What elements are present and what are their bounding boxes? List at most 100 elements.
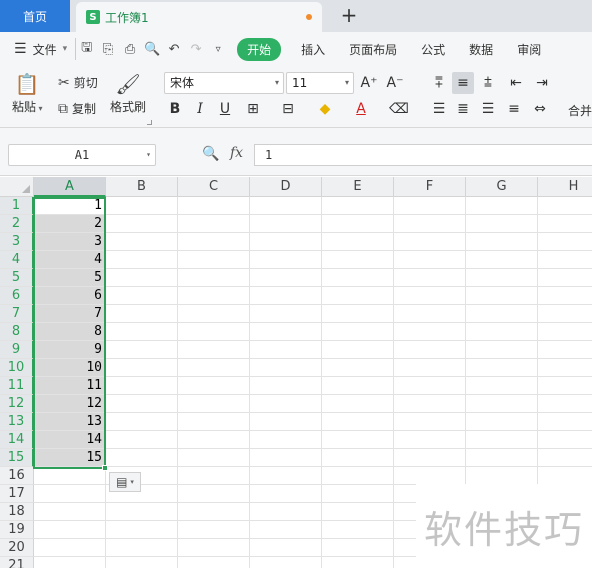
cell-e11[interactable] — [322, 377, 394, 395]
cell-a14[interactable]: 14 — [34, 431, 106, 449]
column-header-h[interactable]: H — [538, 177, 592, 197]
cell-b19[interactable] — [106, 521, 178, 539]
row-header-6[interactable]: 6 — [0, 287, 34, 305]
merge-style-icon[interactable]: ⊟ — [277, 98, 299, 120]
cell-h6[interactable] — [538, 287, 592, 305]
print-preview-icon[interactable]: 🔍 — [141, 38, 163, 60]
align-right-icon[interactable]: ☰ — [477, 98, 499, 120]
cell-e2[interactable] — [322, 215, 394, 233]
workbook-tab[interactable]: S 工作簿1 — [76, 2, 322, 32]
cell-e20[interactable] — [322, 539, 394, 557]
cell-h1[interactable] — [538, 197, 592, 215]
cell-e4[interactable] — [322, 251, 394, 269]
increase-indent-icon[interactable]: ⇥ — [531, 72, 553, 94]
cell-e1[interactable] — [322, 197, 394, 215]
column-header-d[interactable]: D — [250, 177, 322, 197]
save-icon[interactable]: 🖫 — [75, 38, 97, 60]
cell-b18[interactable] — [106, 503, 178, 521]
cell-e5[interactable] — [322, 269, 394, 287]
cell-h13[interactable] — [538, 413, 592, 431]
cell-a21[interactable] — [34, 557, 106, 568]
increase-font-icon[interactable]: A⁺ — [358, 72, 380, 94]
zoom-formula-icon[interactable]: 🔍 — [202, 146, 219, 162]
row-header-2[interactable]: 2 — [0, 215, 34, 233]
cell-f15[interactable] — [394, 449, 466, 467]
cell-a12[interactable]: 12 — [34, 395, 106, 413]
cell-d19[interactable] — [250, 521, 322, 539]
justify-icon[interactable]: ≡ — [503, 98, 525, 120]
formula-input[interactable]: 1 — [254, 144, 592, 166]
row-header-9[interactable]: 9 — [0, 341, 34, 359]
cell-d3[interactable] — [250, 233, 322, 251]
cell-c20[interactable] — [178, 539, 250, 557]
cell-a4[interactable]: 4 — [34, 251, 106, 269]
cell-h7[interactable] — [538, 305, 592, 323]
row-header-11[interactable]: 11 — [0, 377, 34, 395]
cell-b21[interactable] — [106, 557, 178, 568]
row-header-17[interactable]: 17 — [0, 485, 34, 503]
cell-d17[interactable] — [250, 485, 322, 503]
cell-d10[interactable] — [250, 359, 322, 377]
cell-c14[interactable] — [178, 431, 250, 449]
row-header-5[interactable]: 5 — [0, 269, 34, 287]
clipboard-group-launcher[interactable] — [147, 120, 152, 125]
new-tab-button[interactable]: + — [338, 4, 360, 26]
cell-c8[interactable] — [178, 323, 250, 341]
customize-toolbar-icon[interactable]: ▿ — [207, 38, 229, 60]
cell-f6[interactable] — [394, 287, 466, 305]
format-painter-button[interactable]: 🖌 格式刷 — [110, 72, 146, 115]
copy-button[interactable]: ⧉ 复制 — [58, 100, 96, 117]
cell-b15[interactable] — [106, 449, 178, 467]
cell-b14[interactable] — [106, 431, 178, 449]
cell-h10[interactable] — [538, 359, 592, 377]
merge-center-button[interactable]: 合并 — [568, 102, 592, 119]
cell-e6[interactable] — [322, 287, 394, 305]
row-header-3[interactable]: 3 — [0, 233, 34, 251]
select-all-corner[interactable] — [0, 177, 34, 197]
cell-f14[interactable] — [394, 431, 466, 449]
row-header-4[interactable]: 4 — [0, 251, 34, 269]
cell-d12[interactable] — [250, 395, 322, 413]
cell-c7[interactable] — [178, 305, 250, 323]
cell-g6[interactable] — [466, 287, 538, 305]
cell-h3[interactable] — [538, 233, 592, 251]
cell-c4[interactable] — [178, 251, 250, 269]
cell-a13[interactable]: 13 — [34, 413, 106, 431]
cell-c5[interactable] — [178, 269, 250, 287]
cell-f9[interactable] — [394, 341, 466, 359]
column-header-c[interactable]: C — [178, 177, 250, 197]
row-header-21[interactable]: 21 — [0, 557, 34, 568]
cell-g9[interactable] — [466, 341, 538, 359]
cell-e16[interactable] — [322, 467, 394, 485]
align-bottom-icon[interactable]: ⩲ — [477, 72, 499, 94]
font-name-select[interactable]: 宋体 ▾ — [164, 72, 284, 94]
row-header-15[interactable]: 15 — [0, 449, 34, 467]
paste-button[interactable]: 📋 粘贴 ▾ — [12, 72, 43, 115]
paste-options-button[interactable]: ▤ ▾ — [109, 472, 141, 492]
name-box[interactable]: A1 ▾ — [8, 144, 156, 166]
row-header-13[interactable]: 13 — [0, 413, 34, 431]
align-top-icon[interactable]: ⩱ — [428, 72, 450, 94]
cell-g13[interactable] — [466, 413, 538, 431]
cell-g10[interactable] — [466, 359, 538, 377]
cell-d1[interactable] — [250, 197, 322, 215]
cell-g1[interactable] — [466, 197, 538, 215]
cell-b7[interactable] — [106, 305, 178, 323]
cell-e18[interactable] — [322, 503, 394, 521]
cell-e3[interactable] — [322, 233, 394, 251]
file-menu[interactable]: ☰ 文件 ▾ — [14, 41, 67, 58]
row-header-16[interactable]: 16 — [0, 467, 34, 485]
column-header-a[interactable]: A — [34, 177, 106, 197]
cell-a19[interactable] — [34, 521, 106, 539]
cell-e13[interactable] — [322, 413, 394, 431]
row-header-8[interactable]: 8 — [0, 323, 34, 341]
row-header-18[interactable]: 18 — [0, 503, 34, 521]
cell-b11[interactable] — [106, 377, 178, 395]
cell-a7[interactable]: 7 — [34, 305, 106, 323]
row-header-20[interactable]: 20 — [0, 539, 34, 557]
cell-d7[interactable] — [250, 305, 322, 323]
cell-c16[interactable] — [178, 467, 250, 485]
cell-d16[interactable] — [250, 467, 322, 485]
cell-b20[interactable] — [106, 539, 178, 557]
cell-g7[interactable] — [466, 305, 538, 323]
